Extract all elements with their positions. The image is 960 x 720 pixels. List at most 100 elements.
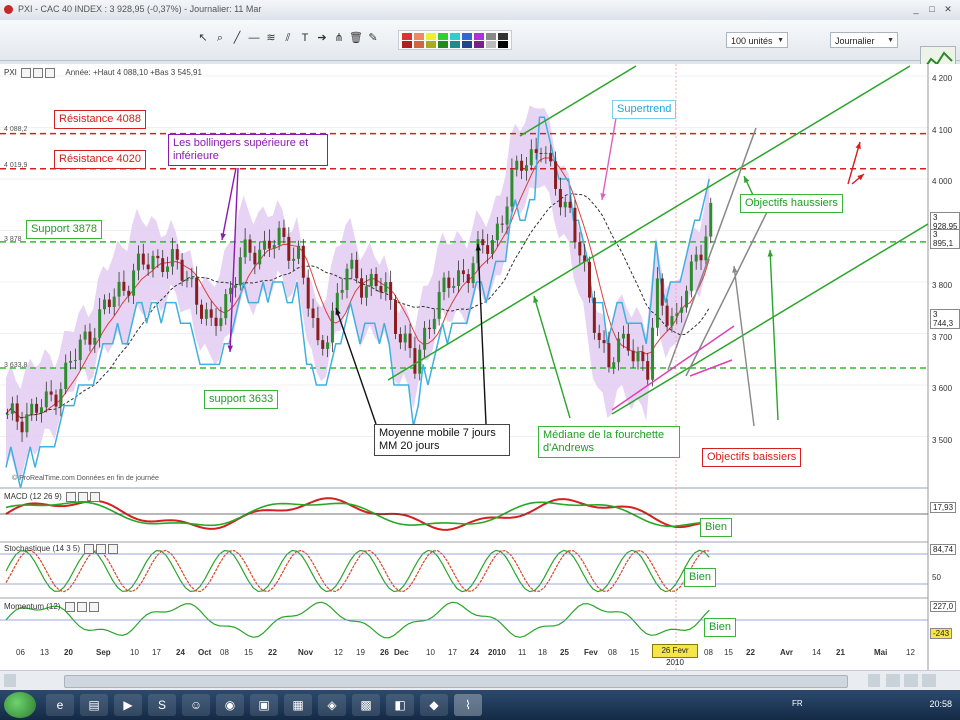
y-axis-label: 4 200 [932, 74, 953, 83]
x-axis-label: 10 [130, 648, 139, 657]
os-taskbar: e ▤ ▶ S ☺ ◉ ▣ ▦ ◈ ▩ ◧ ◆ ⌇ FR 20:58 [0, 690, 960, 720]
candle-body [694, 254, 698, 262]
x-axis-label: 11 [518, 648, 527, 657]
app-icon [4, 5, 13, 14]
candle-body [345, 268, 349, 290]
chart-scrollbar[interactable] [0, 670, 960, 691]
arrow-icon[interactable]: ➔ [315, 30, 329, 46]
app-icon[interactable]: ▣ [250, 694, 278, 716]
candle-body [330, 310, 334, 343]
channel-icon[interactable]: ⫽ [281, 30, 295, 46]
cursor-icon[interactable]: ↖ [196, 30, 210, 46]
zoom-icon[interactable]: ⌕ [213, 30, 227, 46]
candle-body [427, 327, 431, 330]
ie-icon[interactable]: e [46, 694, 74, 716]
settings-icon[interactable] [78, 491, 89, 502]
candle-body [59, 388, 63, 407]
settings-icon[interactable] [96, 543, 107, 554]
candle-body [369, 273, 373, 287]
messenger-icon[interactable]: ☺ [182, 694, 210, 716]
app-icon[interactable]: ◆ [420, 694, 448, 716]
close-panel-icon[interactable] [45, 67, 56, 78]
delete-icon[interactable]: 🗑 [349, 30, 363, 46]
x-axis-label: 26 [380, 648, 389, 657]
level-tag: 4 088,2 [4, 126, 28, 133]
wrench-icon[interactable] [64, 601, 75, 612]
zoom-in-icon[interactable] [904, 674, 918, 687]
brush-icon[interactable]: ✎ [366, 30, 380, 46]
candle-body [665, 305, 669, 326]
x-axis-label: 08 [220, 648, 229, 657]
candle-body [243, 239, 247, 258]
prorealtime-task-icon[interactable]: ⌇ [454, 694, 482, 716]
bollinger-arrow-head [227, 345, 234, 352]
firefox-icon[interactable]: ◉ [216, 694, 244, 716]
scroll-left-icon[interactable] [4, 674, 16, 687]
candle-body [423, 327, 427, 350]
period-select[interactable]: Journalier ▼ [830, 32, 898, 48]
candle-body [432, 318, 436, 330]
close-panel-icon[interactable] [88, 601, 99, 612]
candle-body [466, 274, 470, 284]
wrench-icon[interactable] [66, 491, 77, 502]
x-axis-label: 24 [470, 648, 479, 657]
zoom-out-icon[interactable] [886, 674, 900, 687]
candle-body [64, 362, 68, 389]
momentum-name: Momentum (12) [4, 602, 61, 611]
candle-body [238, 257, 242, 286]
x-axis-label: 15 [244, 648, 253, 657]
candle-body [617, 338, 621, 363]
candle-body [10, 403, 14, 414]
start-button[interactable] [4, 692, 36, 718]
skype-icon[interactable]: S [148, 694, 176, 716]
x-axis-label: 06 [16, 648, 25, 657]
candle-body [25, 414, 29, 433]
macd-panel-header: MACD (12 26 9) [0, 490, 930, 503]
app-icon[interactable]: ◧ [386, 694, 414, 716]
candle-body [301, 245, 305, 278]
minimize-icon[interactable]: _ [910, 3, 922, 15]
close-icon[interactable]: ✕ [942, 3, 954, 15]
close-panel-icon[interactable] [108, 543, 119, 554]
candle-body [510, 169, 514, 207]
media-icon[interactable]: ▶ [114, 694, 142, 716]
fit-icon[interactable] [922, 674, 936, 687]
wrench-icon[interactable] [84, 543, 95, 554]
fibonacci-icon[interactable]: ≋ [264, 30, 278, 46]
candle-body [248, 239, 252, 253]
stoch-tag: 84,74 [930, 544, 957, 555]
app-icon[interactable]: ▩ [352, 694, 380, 716]
candle-body [486, 245, 490, 254]
candle-body [621, 333, 625, 339]
app-icon[interactable]: ▦ [284, 694, 312, 716]
andrews-arrow-head [533, 296, 539, 303]
candle-body [297, 245, 300, 259]
x-axis-label: Sep [96, 648, 111, 657]
trendline-icon[interactable]: ╱ [230, 30, 244, 46]
candle-body [35, 403, 39, 413]
x-axis-label: 18 [538, 648, 547, 657]
window-controls: _ □ ✕ [910, 3, 954, 15]
maximize-icon[interactable]: □ [926, 3, 938, 15]
candle-body [166, 266, 170, 272]
folder-icon[interactable]: ▤ [80, 694, 108, 716]
close-panel-icon[interactable] [90, 491, 101, 502]
language-indicator[interactable]: FR [792, 699, 803, 708]
settings-icon[interactable] [76, 601, 87, 612]
settings-icon[interactable] [33, 67, 44, 78]
candle-body [685, 290, 688, 308]
candle-body [311, 308, 315, 319]
text-icon[interactable]: T [298, 30, 312, 46]
fan-icon[interactable]: ⋔ [332, 30, 346, 46]
wrench-icon[interactable] [21, 67, 32, 78]
scroll-thumb[interactable] [64, 675, 848, 688]
app-icon[interactable]: ◈ [318, 694, 346, 716]
horizontal-line-icon[interactable]: — [247, 30, 261, 46]
units-select[interactable]: 100 unités ▼ [726, 32, 788, 48]
candle-body [170, 249, 174, 267]
drawing-toolbar: ↖ ⌕ ╱ — ≋ ⫽ T ➔ ⋔ 🗑 ✎ 100 unités ▼ Journa… [0, 20, 960, 76]
watermark: © ProRealTime.com Données en fin de jour… [12, 475, 159, 482]
color-palette[interactable] [398, 30, 512, 50]
scroll-right-icon[interactable] [868, 674, 880, 687]
candle-body [321, 340, 325, 349]
